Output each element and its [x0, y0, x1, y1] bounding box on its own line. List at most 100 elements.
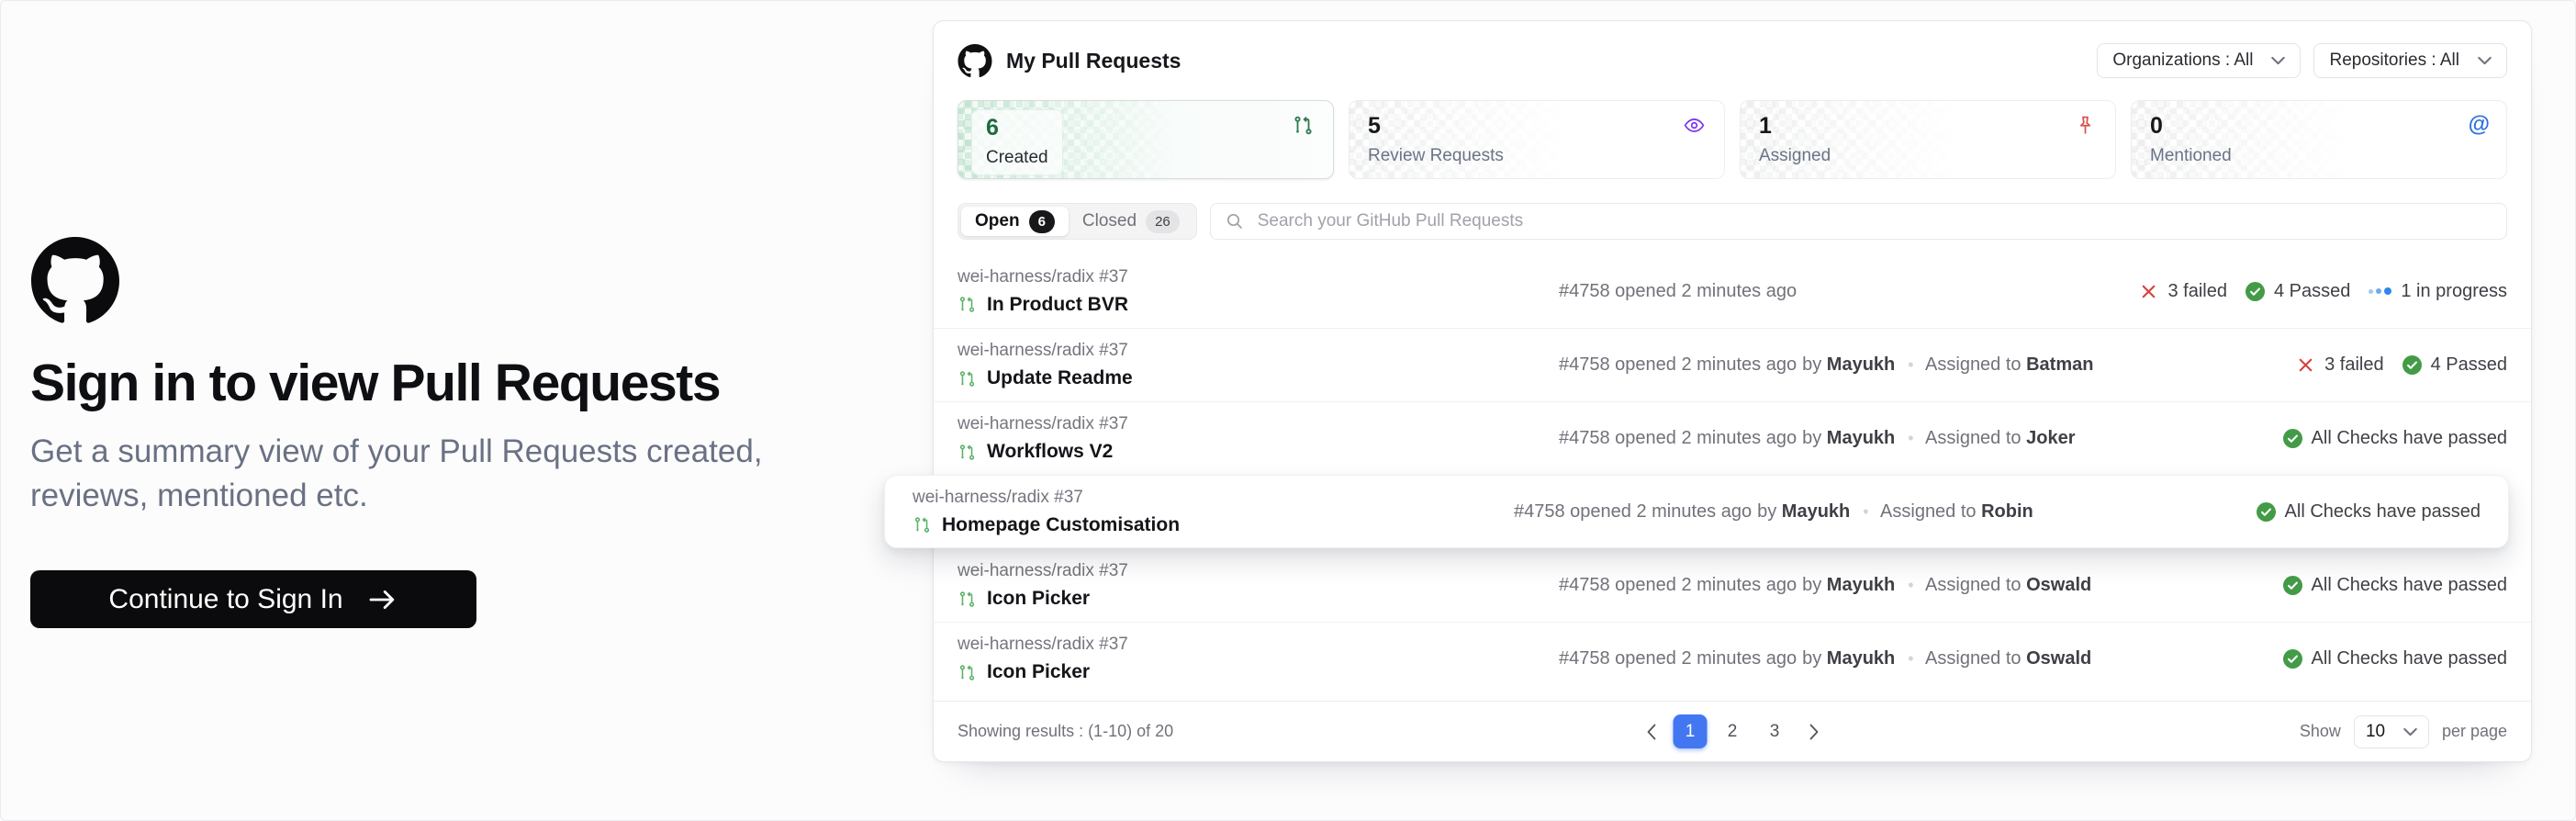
- check-passed: 4 Passed: [2246, 281, 2350, 302]
- pr-repo: wei-harness/radix #37: [958, 267, 1559, 287]
- pull-request-icon: [958, 663, 977, 682]
- check-circle-icon: [2257, 502, 2276, 522]
- pull-request-icon: [958, 590, 977, 609]
- pr-repo: wei-harness/radix #37: [958, 414, 1559, 434]
- pr-assignee: Batman: [2026, 354, 2093, 375]
- pr-row[interactable]: wei-harness/radix #37 Icon Picker #4758 …: [934, 622, 2531, 695]
- check-label: 3 failed: [2324, 354, 2384, 376]
- assigned-label: Assigned: [1759, 146, 1831, 166]
- pr-author: Mayukh: [1782, 501, 1850, 522]
- check-label: All Checks have passed: [2312, 648, 2507, 669]
- chevron-down-icon: [2271, 56, 2285, 65]
- dot-separator: [1908, 576, 1913, 594]
- check-passed: All Checks have passed: [2283, 648, 2507, 669]
- pr-assignee: Robin: [1981, 501, 2033, 522]
- app-window: Sign in to view Pull Requests Get a summ…: [0, 0, 2576, 821]
- signin-subtitle: Get a summary view of your Pull Requests…: [30, 430, 838, 517]
- stat-card-assigned[interactable]: 1 Assigned: [1740, 100, 2116, 179]
- eye-icon: [1683, 114, 1706, 137]
- check-label: 3 failed: [2167, 281, 2227, 302]
- repositories-filter-label: Repositories : All: [2329, 51, 2459, 71]
- pr-title[interactable]: In Product BVR: [987, 294, 1128, 316]
- pr-title[interactable]: Icon Picker: [987, 588, 1090, 610]
- pr-author: Mayukh: [1827, 354, 1895, 375]
- created-count: 6: [986, 117, 1048, 140]
- search-box[interactable]: [1210, 203, 2507, 240]
- pr-title[interactable]: Homepage Customisation: [942, 514, 1180, 536]
- check-circle-icon: [2283, 649, 2302, 669]
- per-page-control: Show 10 per page: [2300, 715, 2507, 748]
- mentioned-label: Mentioned: [2150, 146, 2232, 166]
- assigned-count: 1: [1759, 115, 1831, 138]
- pr-assignee: Joker: [2026, 428, 2075, 448]
- stats-row: 6 Created 5 Review Requests: [958, 100, 2507, 179]
- pr-row[interactable]: wei-harness/radix #37 Homepage Customisa…: [884, 475, 2509, 548]
- page-size-value: 10: [2366, 722, 2385, 742]
- tab-closed-label: Closed: [1082, 211, 1137, 231]
- check-passed: All Checks have passed: [2283, 428, 2507, 449]
- page-button-1[interactable]: 1: [1674, 714, 1708, 748]
- check-circle-icon: [2402, 355, 2422, 375]
- stat-card-mentioned[interactable]: 0 Mentioned @: [2131, 100, 2507, 179]
- git-compare-icon: [1292, 114, 1315, 137]
- results-text: Showing results : (1-10) of 20: [958, 722, 1173, 741]
- panel-header: My Pull Requests Organizations : All Rep…: [934, 21, 2531, 78]
- pr-checks: 3 failed 4 Passed 1 in progress: [2139, 281, 2507, 302]
- pr-title[interactable]: Icon Picker: [987, 661, 1090, 683]
- organizations-filter-label: Organizations : All: [2112, 51, 2253, 71]
- pr-checks: 3 failed 4 Passed: [2296, 354, 2507, 376]
- pr-checks: All Checks have passed: [2283, 428, 2507, 449]
- chevron-right-icon: [1809, 724, 1819, 740]
- check-label: 4 Passed: [2274, 281, 2350, 302]
- check-label: 1 in progress: [2401, 281, 2507, 302]
- pr-assignee: Oswald: [2026, 575, 2091, 595]
- check-circle-icon: [2283, 429, 2302, 448]
- organizations-filter-dropdown[interactable]: Organizations : All: [2097, 43, 2301, 78]
- check-failed: 3 failed: [2139, 281, 2227, 302]
- search-input[interactable]: [1256, 210, 2492, 232]
- pr-meta: #4758 opened 2 minutes ago by Mayukh Ass…: [1559, 648, 2283, 669]
- pagination-next-button[interactable]: [1800, 714, 1828, 748]
- pr-author: Mayukh: [1827, 648, 1895, 669]
- page-button-3[interactable]: 3: [1758, 714, 1792, 748]
- pull-request-icon: [958, 295, 977, 314]
- pr-meta: #4758 opened 2 minutes ago by Mayukh Ass…: [1559, 354, 2296, 376]
- pr-repo: wei-harness/radix #37: [913, 488, 1514, 508]
- pr-row[interactable]: wei-harness/radix #37 Workflows V2 #4758…: [934, 401, 2531, 475]
- pagination-prev-button[interactable]: [1638, 714, 1665, 748]
- check-label: 4 Passed: [2431, 354, 2507, 376]
- pr-row[interactable]: wei-harness/radix #37 Update Readme #475…: [934, 328, 2531, 401]
- continue-signin-button[interactable]: Continue to Sign In: [30, 570, 476, 628]
- pr-checks: All Checks have passed: [2283, 575, 2507, 596]
- pull-request-icon: [958, 443, 977, 462]
- pr-meta: #4758 opened 2 minutes ago by Mayukh Ass…: [1559, 428, 2283, 449]
- tab-open[interactable]: Open 6: [961, 207, 1069, 236]
- pr-title[interactable]: Workflows V2: [987, 441, 1113, 463]
- page-button-2[interactable]: 2: [1716, 714, 1750, 748]
- dot-separator: [1863, 502, 1868, 521]
- github-logo-small: [958, 44, 992, 78]
- review-requests-count: 5: [1368, 115, 1504, 138]
- per-page-label: per page: [2442, 722, 2507, 741]
- continue-signin-label: Continue to Sign In: [108, 584, 342, 615]
- pull-request-icon: [958, 369, 977, 388]
- open-count-badge: 6: [1029, 210, 1055, 233]
- dot-separator: [1908, 429, 1913, 447]
- page-size-dropdown[interactable]: 10: [2354, 715, 2429, 748]
- pr-checks: All Checks have passed: [2257, 501, 2481, 523]
- repositories-filter-dropdown[interactable]: Repositories : All: [2313, 43, 2507, 78]
- pr-repo: wei-harness/radix #37: [958, 341, 1559, 361]
- stat-card-created[interactable]: 6 Created: [958, 100, 1334, 179]
- pr-title[interactable]: Update Readme: [987, 367, 1133, 389]
- pr-meta: #4758 opened 2 minutes ago by Mayukh Ass…: [1514, 501, 2257, 523]
- pull-request-icon: [913, 515, 932, 534]
- tab-closed[interactable]: Closed 26: [1069, 207, 1193, 236]
- pagination-pages: 123: [1674, 714, 1792, 748]
- chevron-left-icon: [1646, 724, 1656, 740]
- stat-card-review-requests[interactable]: 5 Review Requests: [1349, 100, 1725, 179]
- pr-meta: #4758 opened 2 minutes ago by Mayukh Ass…: [1559, 575, 2283, 596]
- pr-checks: All Checks have passed: [2283, 648, 2507, 669]
- pr-author: Mayukh: [1827, 575, 1895, 595]
- pr-row[interactable]: wei-harness/radix #37 Icon Picker #4758 …: [934, 548, 2531, 622]
- pr-row[interactable]: wei-harness/radix #37 In Product BVR #47…: [934, 254, 2531, 328]
